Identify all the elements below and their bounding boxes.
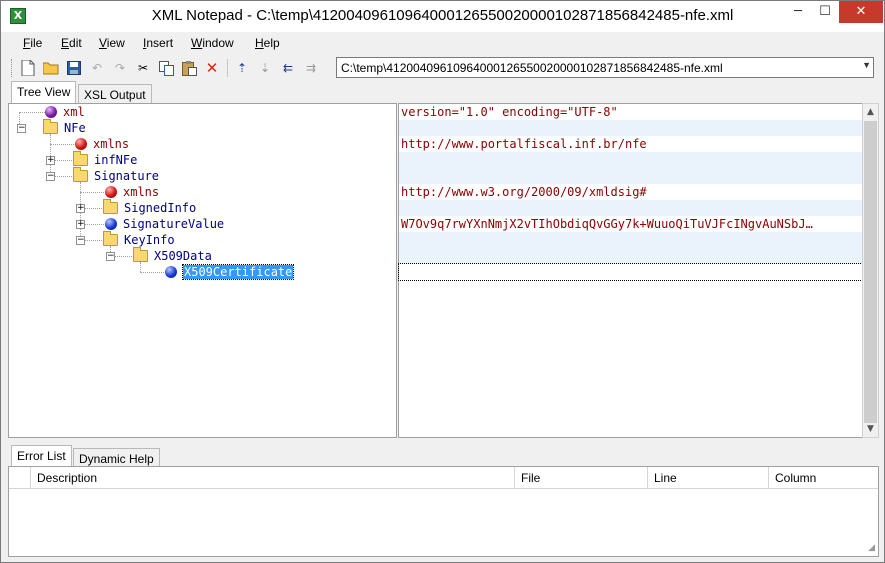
node-values-panel[interactable]: version="1.0" encoding="UTF-8" http://ww… <box>398 103 863 438</box>
scrollbar-thumb[interactable] <box>864 121 877 423</box>
folder-icon <box>73 167 88 182</box>
text-node-icon <box>165 266 177 278</box>
tab-tree-view[interactable]: Tree View <box>11 81 77 103</box>
tree-node-nfe[interactable]: NFe <box>43 119 86 136</box>
value-row[interactable] <box>399 200 862 216</box>
menu-insert[interactable]: Insert <box>143 36 173 50</box>
expand-icon[interactable]: + <box>46 156 55 165</box>
nudge-up-icon[interactable]: ⇡ <box>233 59 251 77</box>
tree-node-infnfe[interactable]: infNFe <box>73 151 138 168</box>
nudge-left-icon[interactable]: ⇇ <box>279 59 297 77</box>
collapse-icon[interactable]: − <box>46 172 55 181</box>
collapse-icon[interactable]: − <box>17 124 26 133</box>
tree-node-label: SignedInfo <box>124 201 197 215</box>
tab-error-list[interactable]: Error List <box>11 445 72 467</box>
tree-node-nfe-xmlns[interactable]: xmlns <box>75 136 129 152</box>
menu-help[interactable]: Help <box>255 36 280 50</box>
tree-node-label: xmlns <box>93 137 130 151</box>
tree-node-label: xmlns <box>123 185 160 199</box>
attribute-icon <box>75 138 87 150</box>
folder-icon <box>43 119 58 134</box>
copy-icon[interactable] <box>157 59 175 77</box>
menu-bar: File Edit View Insert Window Help <box>1 32 884 54</box>
column-header-description[interactable]: Description <box>31 467 515 489</box>
processing-instruction-icon <box>45 106 57 118</box>
value-row[interactable] <box>399 232 862 248</box>
tree-node-label: infNFe <box>94 153 138 167</box>
tree-node-label: xml <box>63 105 85 119</box>
collapse-icon[interactable]: − <box>106 252 115 261</box>
tree-node-label: X509Data <box>154 249 212 263</box>
title-bar[interactable]: X XML Notepad - C:\temp\4120040961096400… <box>1 1 884 32</box>
maximize-button[interactable]: ☐ <box>811 1 839 23</box>
expand-icon[interactable]: + <box>76 220 85 229</box>
undo-icon[interactable]: ↶ <box>88 59 106 77</box>
nudge-down-icon[interactable]: ⇣ <box>256 59 274 77</box>
attribute-icon <box>105 186 117 198</box>
collapse-icon[interactable]: − <box>76 236 85 245</box>
location-combobox[interactable]: C:\temp\41200409610964000126550020000102… <box>336 57 874 78</box>
value-row[interactable]: version="1.0" encoding="UTF-8" <box>399 104 862 120</box>
menu-edit[interactable]: Edit <box>61 36 82 50</box>
toolbar-grip[interactable] <box>11 59 14 77</box>
folder-icon <box>103 231 118 246</box>
tree-node-x509certificate[interactable]: X509Certificate <box>165 264 295 280</box>
delete-icon[interactable]: ✕ <box>203 59 221 77</box>
cut-icon[interactable]: ✂ <box>134 59 152 77</box>
toolbar-separator <box>227 59 228 77</box>
menu-file[interactable]: File <box>23 36 42 50</box>
redo-icon[interactable]: ↷ <box>111 59 129 77</box>
value-row[interactable]: W7Ov9q7rwYXnNmjX2vTIhObdiqQvGGy7k+WuuoQi… <box>399 216 862 232</box>
scroll-up-icon[interactable]: ▲ <box>863 104 878 120</box>
column-header-icon[interactable] <box>9 467 31 489</box>
tree-node-label: KeyInfo <box>124 233 175 247</box>
save-icon[interactable] <box>65 59 83 77</box>
tree-node-signaturevalue[interactable]: SignatureValue <box>105 216 224 232</box>
tab-xsl-output[interactable]: XSL Output <box>78 84 152 104</box>
expand-icon[interactable]: + <box>76 204 85 213</box>
column-header-file[interactable]: File <box>515 467 648 489</box>
resize-grip-icon[interactable]: ◢ <box>868 543 875 553</box>
value-row[interactable] <box>399 120 862 136</box>
value-row[interactable] <box>399 168 862 184</box>
error-list-panel[interactable]: Description File Line Column ◢ <box>8 466 879 557</box>
paste-icon[interactable] <box>180 59 198 77</box>
column-header-line[interactable]: Line <box>648 467 769 489</box>
open-folder-icon[interactable] <box>42 59 60 77</box>
value-row[interactable]: http://www.portalfiscal.inf.br/nfe <box>399 136 862 152</box>
new-file-icon[interactable] <box>19 59 37 77</box>
tree-node-label: SignatureValue <box>123 217 225 231</box>
tree-node-label: Signature <box>94 169 160 183</box>
tree-node-signedinfo[interactable]: SignedInfo <box>103 199 197 216</box>
menu-window[interactable]: Window <box>191 36 234 50</box>
location-text: C:\temp\41200409610964000126550020000102… <box>341 61 723 75</box>
column-header-column[interactable]: Column <box>769 467 878 489</box>
folder-icon <box>73 151 88 166</box>
close-button[interactable]: ✕ <box>839 1 883 23</box>
chevron-down-icon[interactable]: ▼ <box>862 60 871 70</box>
value-row[interactable]: http://www.w3.org/2000/09/xmldsig# <box>399 184 862 200</box>
folder-icon <box>133 247 148 262</box>
tree-node-xml[interactable]: xml <box>45 104 85 120</box>
menu-view[interactable]: View <box>99 36 125 50</box>
folder-icon <box>103 199 118 214</box>
window-title: XML Notepad - C:\temp\412004096109640001… <box>151 7 734 24</box>
tree-node-x509data[interactable]: X509Data <box>133 247 212 264</box>
vertical-scrollbar[interactable]: ▲ ▼ <box>862 103 879 438</box>
tab-dynamic-help[interactable]: Dynamic Help <box>73 448 160 468</box>
scroll-down-icon[interactable]: ▼ <box>863 421 878 437</box>
tree-node-label: NFe <box>64 121 86 135</box>
nudge-right-icon[interactable]: ⇉ <box>302 59 320 77</box>
tree-node-keyinfo[interactable]: KeyInfo <box>103 231 175 248</box>
tree-node-signature-xmlns[interactable]: xmlns <box>105 184 159 200</box>
tree-view-panel[interactable]: xml − NFe xmlns + infNFe − Signature xml… <box>8 103 397 438</box>
main-window: X XML Notepad - C:\temp\4120040961096400… <box>0 0 885 563</box>
value-row[interactable] <box>399 248 862 264</box>
minimize-button[interactable]: ─ <box>784 1 812 23</box>
text-node-icon <box>105 218 117 230</box>
value-row[interactable] <box>399 152 862 168</box>
tree-node-signature[interactable]: Signature <box>73 167 160 184</box>
tree-node-label: X509Certificate <box>181 264 295 280</box>
value-edit-row[interactable] <box>398 263 863 281</box>
